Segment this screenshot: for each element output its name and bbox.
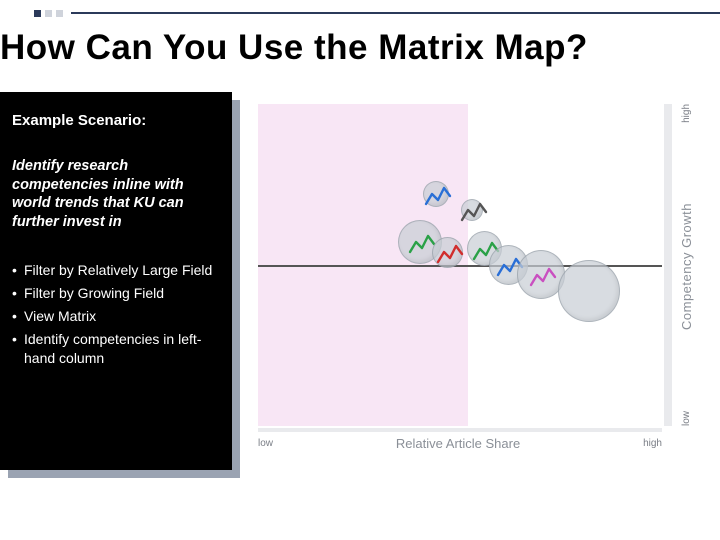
page-title: How Can You Use the Matrix Map?: [0, 28, 588, 68]
scenario-label: Example Scenario:: [12, 112, 218, 129]
sparkline-icon: [424, 180, 454, 210]
square-icon: [34, 10, 41, 17]
x-tick-low: low: [258, 438, 273, 449]
scenario-panel: Example Scenario: Identify research comp…: [0, 92, 232, 470]
chart-bubble: [558, 260, 620, 322]
decorative-squares: [34, 10, 63, 17]
list-item: Filter by Growing Field: [12, 284, 218, 303]
y-axis: high Competency Growth low: [666, 104, 706, 426]
decorative-rule: [71, 12, 720, 14]
content: Example Scenario: Identify research comp…: [0, 92, 720, 510]
slide: How Can You Use the Matrix Map? Example …: [0, 0, 720, 540]
square-icon: [56, 10, 63, 17]
sparkline-icon: [436, 238, 466, 268]
sparkline-icon: [529, 261, 559, 291]
x-tick-high: high: [643, 438, 662, 449]
y-axis-label: Competency Growth: [679, 203, 694, 330]
matrix-chart: low Relative Article Share high high Com…: [238, 92, 714, 460]
x-axis-label: Relative Article Share: [396, 436, 520, 451]
square-icon: [45, 10, 52, 17]
y-tick-high: high: [681, 104, 692, 123]
sparkline-icon: [460, 196, 490, 226]
chart-plot-area: [258, 104, 662, 426]
y-tick-low: low: [681, 411, 692, 426]
list-item: View Matrix: [12, 307, 218, 326]
decorative-top-bar: [0, 6, 720, 20]
list-item: Identify competencies in left-hand colum…: [12, 330, 218, 368]
x-axis: low Relative Article Share high: [258, 432, 662, 454]
scenario-steps: Filter by Relatively Large Field Filter …: [12, 261, 218, 367]
list-item: Filter by Relatively Large Field: [12, 261, 218, 280]
scenario-description: Identify research competencies inline wi…: [12, 157, 218, 231]
